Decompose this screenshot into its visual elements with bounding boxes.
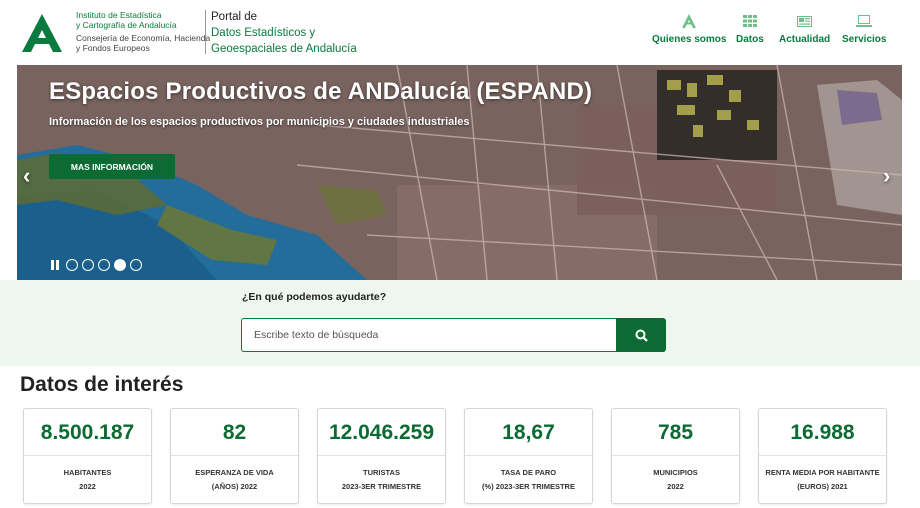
- nav-label: Actualidad: [779, 34, 831, 45]
- nav-quienes-somos[interactable]: Quienes somos: [652, 12, 726, 48]
- stat-card-tasa-paro[interactable]: 18,67 TASA DE PARO (%) 2023-3ER TRIMESTRE: [464, 408, 593, 504]
- institute-line-2: y Cartografía de Andalucía: [76, 20, 177, 30]
- card-divider: [318, 455, 445, 456]
- junta-andalucia-logo-icon[interactable]: [22, 14, 62, 52]
- carousel-dot[interactable]: [130, 259, 142, 271]
- stat-label: ESPERANZA DE VIDA (AÑOS) 2022: [175, 466, 294, 494]
- pause-icon[interactable]: [51, 260, 60, 270]
- nav-servicios[interactable]: Servicios: [842, 12, 886, 48]
- nav-label: Datos: [736, 34, 764, 45]
- search-input[interactable]: [241, 318, 617, 352]
- stat-label-1: ESPERANZA DE VIDA: [195, 468, 274, 477]
- stat-card-renta-media[interactable]: 16.988 RENTA MEDIA POR HABITANTE (EUROS) …: [758, 408, 887, 504]
- stat-value: 12.046.259: [328, 421, 435, 444]
- stat-value: 8.500.187: [40, 421, 135, 444]
- stat-label-2: 2022: [79, 482, 96, 491]
- hero-subtitle: Información de los espacios productivos …: [49, 116, 470, 128]
- carousel-dot[interactable]: [98, 259, 110, 271]
- stat-label: TURISTAS 2023-3ER TRIMESTRE: [322, 466, 441, 494]
- portal-line-3: Geoespaciales de Andalucía: [211, 43, 357, 55]
- search-icon: [635, 329, 648, 342]
- nav-datos[interactable]: Datos: [736, 12, 764, 48]
- stat-value: 785: [657, 421, 694, 444]
- nav-label: Servicios: [842, 34, 887, 45]
- carousel-dot[interactable]: [66, 259, 78, 271]
- stat-label-2: (EUROS) 2021: [797, 482, 848, 491]
- institute-name[interactable]: Instituto de Estadística y Cartografía d…: [76, 10, 210, 53]
- stat-label: RENTA MEDIA POR HABITANTE (EUROS) 2021: [763, 466, 882, 494]
- stat-label: HABITANTES 2022: [28, 466, 147, 494]
- stat-label-1: TURISTAS: [363, 468, 400, 477]
- site-header: Instituto de Estadística y Cartografía d…: [0, 0, 920, 64]
- stat-value: 82: [222, 421, 247, 444]
- stat-label-2: 2023-3ER TRIMESTRE: [341, 482, 422, 491]
- search-question: ¿En qué podemos ayudarte?: [242, 291, 387, 303]
- carousel-dot-active[interactable]: [114, 259, 126, 271]
- carousel-indicators: [51, 259, 142, 271]
- stat-card-municipios[interactable]: 785 MUNICIPIOS 2022: [611, 408, 740, 504]
- consejeria-line-1: Consejería de Economía, Hacienda: [76, 33, 211, 43]
- carousel-prev-chevron-icon[interactable]: ‹: [23, 163, 30, 189]
- stat-card-habitantes[interactable]: 8.500.187 HABITANTES 2022: [23, 408, 152, 504]
- stat-label-1: TASA DE PARO: [500, 468, 557, 477]
- hero-title: ESpacios Productivos de ANDalucía (ESPAN…: [49, 78, 593, 105]
- grid-icon: [741, 12, 759, 30]
- card-divider: [759, 455, 886, 456]
- nav-actualidad[interactable]: Actualidad: [779, 12, 830, 48]
- search-button[interactable]: [616, 318, 666, 352]
- header-divider: [205, 10, 206, 54]
- stat-value: 18,67: [502, 421, 555, 444]
- card-divider: [465, 455, 592, 456]
- stat-label-1: MUNICIPIOS: [653, 468, 698, 477]
- card-divider: [171, 455, 298, 456]
- portal-line-1: Portal de: [211, 11, 258, 23]
- stat-label-2: 2022: [667, 482, 684, 491]
- stat-card-esperanza-vida[interactable]: 82 ESPERANZA DE VIDA (AÑOS) 2022: [170, 408, 299, 504]
- portal-name[interactable]: Portal de Datos Estadísticos y Geoespaci…: [211, 9, 357, 57]
- section-title: Datos de interés: [20, 373, 184, 396]
- card-divider: [612, 455, 739, 456]
- search-section: ¿En qué podemos ayudarte?: [0, 280, 920, 366]
- carousel-next-chevron-icon[interactable]: ›: [883, 163, 890, 189]
- laptop-icon: [855, 12, 873, 30]
- stat-label: TASA DE PARO (%) 2023-3ER TRIMESTRE: [469, 466, 588, 494]
- mas-informacion-button[interactable]: MAS INFORMACIÓN: [49, 154, 175, 179]
- newspaper-icon: [796, 12, 814, 30]
- card-divider: [24, 455, 151, 456]
- institute-line-1: Instituto de Estadística: [76, 10, 162, 20]
- stat-value: 16.988: [790, 421, 855, 444]
- stat-label: MUNICIPIOS 2022: [616, 466, 735, 494]
- consejeria-line-2: y Fondos Europeos: [76, 43, 150, 53]
- stat-label-2: (AÑOS) 2022: [211, 482, 258, 491]
- stat-label-1: RENTA MEDIA POR HABITANTE: [765, 468, 880, 477]
- stat-label-1: HABITANTES: [63, 468, 112, 477]
- andalucia-a-icon: [680, 12, 698, 30]
- hero-carousel[interactable]: ESpacios Productivos de ANDalucía (ESPAN…: [17, 65, 902, 280]
- portal-line-2: Datos Estadísticos y: [211, 27, 316, 39]
- carousel-dot[interactable]: [82, 259, 94, 271]
- stat-label-2: (%) 2023-3ER TRIMESTRE: [482, 482, 575, 491]
- nav-label: Quienes somos: [652, 34, 727, 45]
- stat-card-turistas[interactable]: 12.046.259 TURISTAS 2023-3ER TRIMESTRE: [317, 408, 446, 504]
